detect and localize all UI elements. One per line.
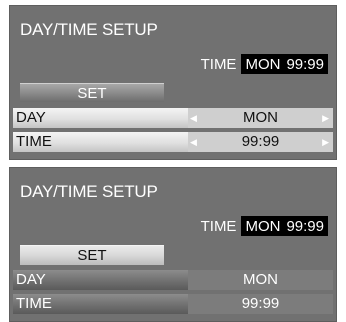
current-day-text: MON xyxy=(245,218,281,235)
set-button[interactable]: SET xyxy=(20,245,164,265)
time-row-value[interactable]: 99:99 xyxy=(188,294,333,314)
set-button[interactable]: SET xyxy=(20,83,164,102)
time-value-text: 99:99 xyxy=(241,295,280,312)
panel-title: DAY/TIME SETUP xyxy=(20,182,158,201)
current-day-text: MON xyxy=(245,56,281,73)
time-row-value[interactable]: ◀ 99:99 ▶ xyxy=(188,132,333,152)
current-time-value: MON 99:99 xyxy=(241,54,328,74)
right-arrow-icon[interactable]: ▶ xyxy=(322,108,329,128)
day-time-setup-panel: DAY/TIME SETUP TIME MON 99:99 SET DAY MON… xyxy=(9,167,337,322)
day-time-setup-panel: DAY/TIME SETUP TIME MON 99:99 SET DAY ◀ M… xyxy=(9,5,337,160)
current-time-value: MON 99:99 xyxy=(241,216,328,236)
day-value-text: MON xyxy=(243,109,278,126)
time-row-label: TIME xyxy=(13,132,188,152)
time-row[interactable]: TIME 99:99 xyxy=(13,294,333,314)
day-row-value[interactable]: MON xyxy=(188,270,333,290)
left-arrow-icon[interactable]: ◀ xyxy=(190,108,197,128)
day-row[interactable]: DAY MON xyxy=(13,270,333,290)
time-row-label: TIME xyxy=(13,294,188,314)
left-arrow-icon[interactable]: ◀ xyxy=(190,132,197,152)
current-time-display: TIME MON 99:99 xyxy=(201,54,328,74)
current-clock-text: 99:99 xyxy=(286,56,324,73)
current-time-label: TIME xyxy=(200,55,237,73)
day-value-text: MON xyxy=(243,271,278,288)
time-value-text: 99:99 xyxy=(241,133,280,150)
day-row-label: DAY xyxy=(13,270,188,290)
current-time-label: TIME xyxy=(200,217,237,235)
current-clock-text: 99:99 xyxy=(286,218,324,235)
day-row[interactable]: DAY ◀ MON ▶ xyxy=(13,108,333,128)
panel-title: DAY/TIME SETUP xyxy=(20,20,158,39)
time-row[interactable]: TIME ◀ 99:99 ▶ xyxy=(13,132,333,152)
day-row-value[interactable]: ◀ MON ▶ xyxy=(188,108,333,128)
day-row-label: DAY xyxy=(13,108,188,128)
right-arrow-icon[interactable]: ▶ xyxy=(322,132,329,152)
current-time-display: TIME MON 99:99 xyxy=(201,216,328,236)
